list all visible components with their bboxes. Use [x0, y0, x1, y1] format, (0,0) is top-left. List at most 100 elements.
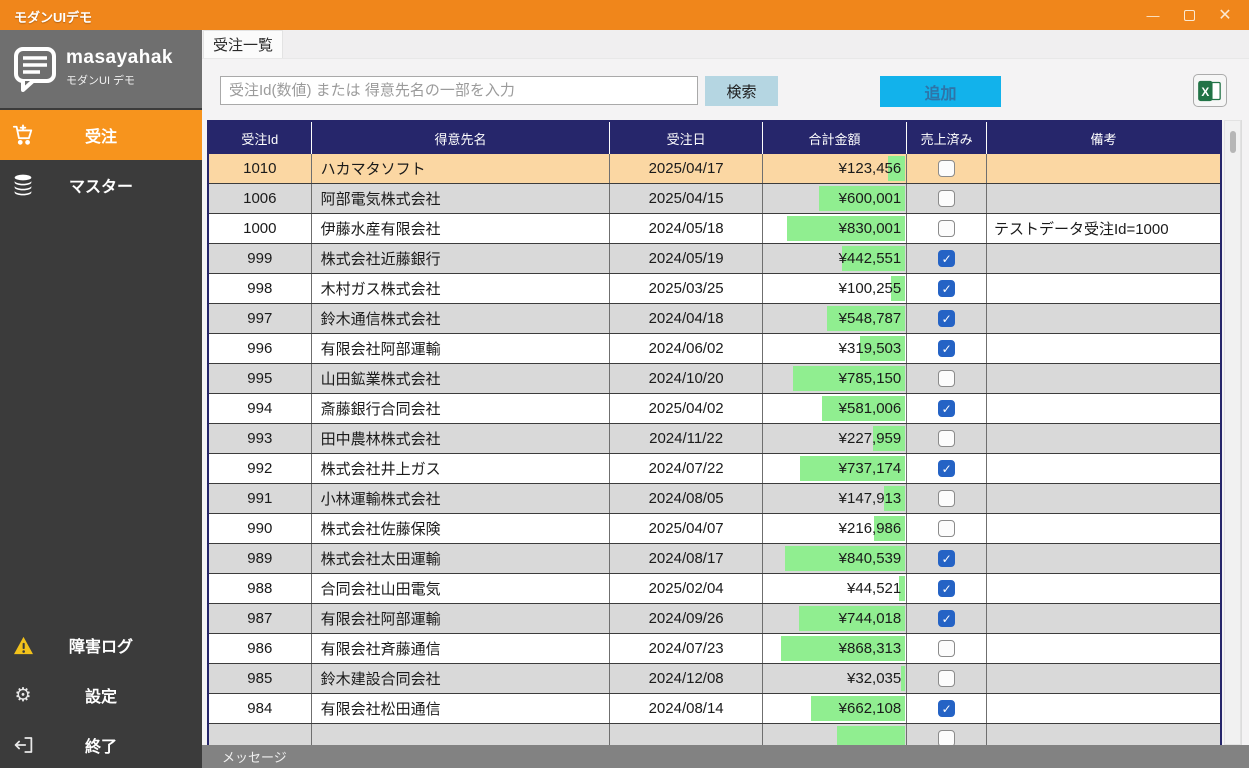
cell-total-amount: ¥830,001: [763, 214, 908, 243]
amount-text: ¥216,986: [838, 520, 902, 537]
sold-checkbox[interactable]: [938, 370, 956, 387]
amount-text: ¥840,539: [838, 550, 902, 567]
cell-order-id: 996: [209, 334, 312, 363]
minimize-button[interactable]: —: [1135, 0, 1171, 30]
search-button[interactable]: 検索: [705, 76, 778, 106]
table-row[interactable]: 1006 阿部電気株式会社 2025/04/15 ¥600,001: [209, 184, 1220, 214]
cell-note: [987, 484, 1220, 513]
cell-sold: [907, 724, 987, 745]
amount-text: ¥32,035: [847, 670, 902, 687]
sold-checkbox[interactable]: [938, 400, 956, 417]
tab-order-list[interactable]: 受注一覧: [203, 30, 283, 58]
sold-checkbox[interactable]: [938, 160, 956, 177]
table-row[interactable]: 988 合同会社山田電気 2025/02/04 ¥44,521: [209, 574, 1220, 604]
sidebar-item-master[interactable]: マスター: [0, 160, 202, 210]
sold-checkbox[interactable]: [938, 250, 956, 267]
cell-order-date: 2024/04/18: [610, 304, 763, 333]
sidebar: masayahak モダンUI デモ 受注 マスター 障害ログ ⚙ 設定 終了: [0, 30, 202, 768]
window-controls: — ✕: [1135, 0, 1243, 30]
sold-checkbox[interactable]: [938, 610, 956, 627]
table-body: 1010 ハカマタソフト 2025/04/17 ¥123,456 1006 阿部…: [209, 154, 1220, 745]
table-row[interactable]: 985 鈴木建設合同会社 2024/12/08 ¥32,035: [209, 664, 1220, 694]
search-input[interactable]: [220, 76, 698, 105]
sidebar-item-exit[interactable]: 終了: [0, 720, 202, 768]
table-row[interactable]: 998 木村ガス株式会社 2025/03/25 ¥100,255: [209, 274, 1220, 304]
cell-order-date: 2025/04/02: [610, 394, 763, 423]
cell-total-amount: ¥216,986: [763, 514, 908, 543]
cell-customer-name: 有限会社斉藤通信: [312, 634, 611, 663]
app-name: masayahak: [66, 47, 173, 68]
cell-order-id: 988: [209, 574, 312, 603]
svg-text:X: X: [1201, 85, 1209, 99]
column-header-amount[interactable]: 合計金額: [763, 122, 908, 154]
table-row[interactable]: 994 斎藤銀行合同会社 2025/04/02 ¥581,006: [209, 394, 1220, 424]
sidebar-item-errorlog[interactable]: 障害ログ: [0, 620, 202, 670]
table-row[interactable]: 995 山田鉱業株式会社 2024/10/20 ¥785,150: [209, 364, 1220, 394]
sold-checkbox[interactable]: [938, 490, 956, 507]
cell-total-amount: ¥319,503: [763, 334, 908, 363]
cell-sold: [907, 694, 987, 723]
table-row[interactable]: 997 鈴木通信株式会社 2024/04/18 ¥548,787: [209, 304, 1220, 334]
column-header-customer[interactable]: 得意先名: [312, 122, 611, 154]
table-row[interactable]: 989 株式会社太田運輸 2024/08/17 ¥840,539: [209, 544, 1220, 574]
table-row[interactable]: [209, 724, 1220, 745]
table-row[interactable]: 999 株式会社近藤銀行 2024/05/19 ¥442,551: [209, 244, 1220, 274]
scrollbar-thumb[interactable]: [1230, 131, 1236, 153]
column-header-sold[interactable]: 売上済み: [907, 122, 987, 154]
cell-note: [987, 514, 1220, 543]
table-row[interactable]: 993 田中農林株式会社 2024/11/22 ¥227,959: [209, 424, 1220, 454]
sold-checkbox[interactable]: [938, 580, 956, 597]
sold-checkbox[interactable]: [938, 460, 956, 477]
maximize-button[interactable]: [1171, 0, 1207, 30]
sold-checkbox[interactable]: [938, 700, 956, 717]
table-header: 受注Id 得意先名 受注日 合計金額 売上済み 備考: [209, 122, 1220, 154]
cell-order-id: 994: [209, 394, 312, 423]
column-header-note[interactable]: 備考: [987, 122, 1220, 154]
excel-export-button[interactable]: X: [1193, 74, 1227, 107]
sold-checkbox[interactable]: [938, 550, 956, 567]
cell-customer-name: [312, 724, 611, 745]
excel-export-icon: X: [1198, 80, 1221, 101]
cell-note: [987, 304, 1220, 333]
cell-order-date: [610, 724, 763, 745]
sold-checkbox[interactable]: [938, 220, 956, 237]
sidebar-item-orders[interactable]: 受注: [0, 110, 202, 160]
sold-checkbox[interactable]: [938, 310, 956, 327]
sidebar-item-label: 終了: [84, 739, 117, 756]
cell-order-date: 2025/02/04: [610, 574, 763, 603]
amount-text: ¥830,001: [838, 220, 902, 237]
table-row[interactable]: 1010 ハカマタソフト 2025/04/17 ¥123,456: [209, 154, 1220, 184]
cell-order-id: 1000: [209, 214, 312, 243]
add-button[interactable]: 追加: [880, 76, 1001, 107]
sold-checkbox[interactable]: [938, 280, 956, 297]
cell-customer-name: 山田鉱業株式会社: [312, 364, 611, 393]
table-scrollbar[interactable]: [1224, 120, 1241, 745]
table-row[interactable]: 996 有限会社阿部運輸 2024/06/02 ¥319,503: [209, 334, 1220, 364]
table-row[interactable]: 990 株式会社佐藤保険 2025/04/07 ¥216,986: [209, 514, 1220, 544]
amount-text: ¥785,150: [838, 370, 902, 387]
table-row[interactable]: 984 有限会社松田通信 2024/08/14 ¥662,108: [209, 694, 1220, 724]
sold-checkbox[interactable]: [938, 670, 956, 687]
sold-checkbox[interactable]: [938, 520, 956, 537]
table-row[interactable]: 987 有限会社阿部運輸 2024/09/26 ¥744,018: [209, 604, 1220, 634]
cell-sold: [907, 604, 987, 633]
sidebar-item-settings[interactable]: ⚙ 設定: [0, 670, 202, 720]
sold-checkbox[interactable]: [938, 190, 956, 207]
sold-checkbox[interactable]: [938, 640, 956, 657]
column-header-date[interactable]: 受注日: [610, 122, 763, 154]
cell-note: [987, 184, 1220, 213]
column-header-order-id[interactable]: 受注Id: [209, 122, 312, 154]
sold-checkbox[interactable]: [938, 730, 956, 745]
cell-note: [987, 424, 1220, 453]
sold-checkbox[interactable]: [938, 430, 956, 447]
cell-order-id: 1010: [209, 154, 312, 183]
sold-checkbox[interactable]: [938, 340, 956, 357]
table-row[interactable]: 1000 伊藤水産有限会社 2024/05/18 ¥830,001 テストデータ…: [209, 214, 1220, 244]
table-row[interactable]: 992 株式会社井上ガス 2024/07/22 ¥737,174: [209, 454, 1220, 484]
close-button[interactable]: ✕: [1207, 0, 1243, 30]
title-bar: モダンUIデモ — ✕: [0, 0, 1249, 30]
table-row[interactable]: 986 有限会社斉藤通信 2024/07/23 ¥868,313: [209, 634, 1220, 664]
cell-customer-name: 斎藤銀行合同会社: [312, 394, 611, 423]
table-row[interactable]: 991 小林運輸株式会社 2024/08/05 ¥147,913: [209, 484, 1220, 514]
amount-text: ¥227,959: [838, 430, 902, 447]
